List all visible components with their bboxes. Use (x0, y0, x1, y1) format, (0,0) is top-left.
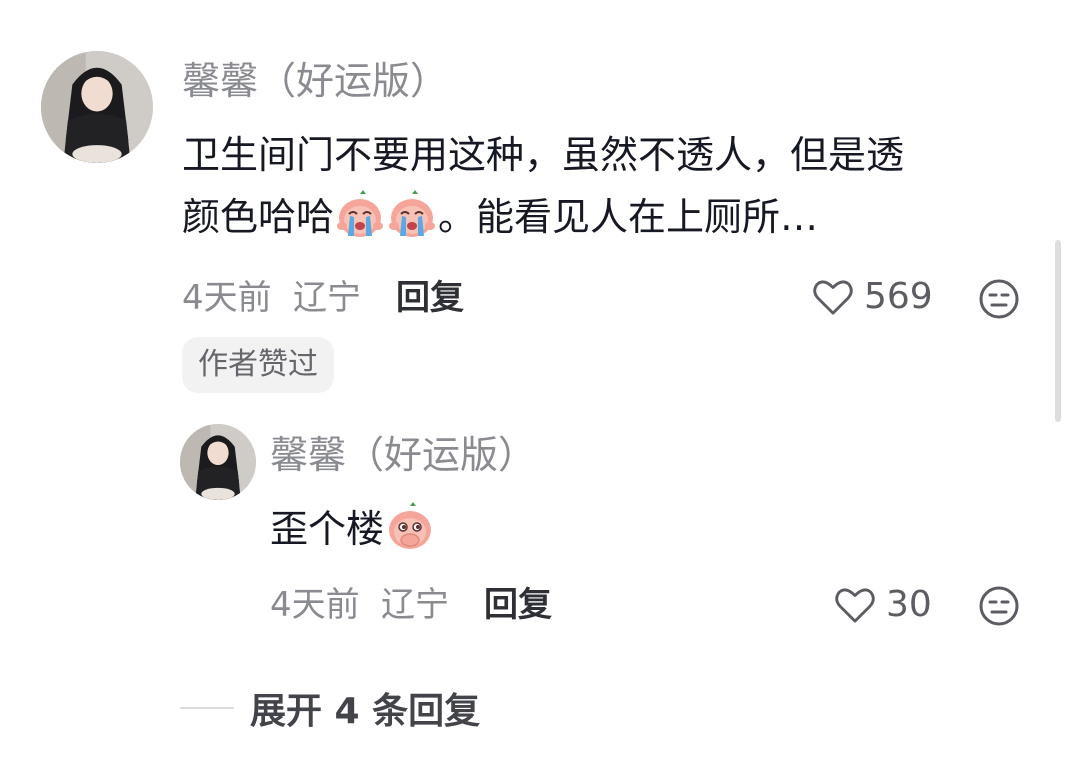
reply-dislike-face-icon[interactable] (978, 585, 1020, 627)
author-liked-badge: 作者赞过 (182, 337, 334, 393)
reply-text: 歪个楼 (270, 498, 436, 560)
reply-button[interactable]: 回复 (396, 278, 464, 318)
comment-text-line2: 颜色哈哈 。能看见人在上厕所… (182, 186, 1042, 248)
reply-avatar[interactable] (180, 424, 256, 500)
like-count: 569 (864, 276, 933, 317)
comment-location: 辽宁 (293, 278, 361, 318)
reply-author[interactable]: 馨馨（好运版） (270, 432, 536, 478)
like-button[interactable]: 569 (812, 276, 933, 317)
reply-reply-button[interactable]: 回复 (484, 585, 552, 625)
heart-icon (813, 280, 853, 315)
expand-divider-line (180, 707, 234, 709)
avatar-image (41, 51, 153, 163)
avatar[interactable] (41, 51, 153, 163)
comment-author[interactable]: 馨馨（好运版） (182, 58, 448, 104)
heart-icon (835, 588, 875, 623)
reply-like-count: 30 (886, 584, 932, 625)
expand-replies-button[interactable]: 展开 4 条回复 (180, 682, 480, 734)
reply-time: 4天前 (270, 585, 360, 625)
reply-avatar-image (180, 424, 256, 500)
comment-text-part-a: 颜色哈哈 (182, 195, 335, 239)
reply-text-content: 歪个楼 (270, 507, 385, 551)
comment-text: 卫生间门不要用这种，虽然不透人，但是透 颜色哈哈 。能看见人在上厕所… (182, 124, 1042, 248)
dislike-face-icon[interactable] (978, 278, 1020, 320)
crying-peach-emoji (389, 190, 436, 237)
comment-time: 4天前 (182, 278, 272, 318)
reply-like-button[interactable]: 30 (834, 584, 932, 625)
comment-text-line1: 卫生间门不要用这种，虽然不透人，但是透 (182, 133, 905, 177)
crying-peach-emoji (337, 190, 384, 237)
comment-text-part-b: 。能看见人在上厕所… (438, 195, 819, 239)
peach-covering-mouth-emoji (389, 502, 432, 549)
reply-location: 辽宁 (381, 585, 449, 625)
scrollbar[interactable] (1055, 240, 1061, 422)
expand-replies-label: 展开 4 条回复 (250, 691, 481, 732)
